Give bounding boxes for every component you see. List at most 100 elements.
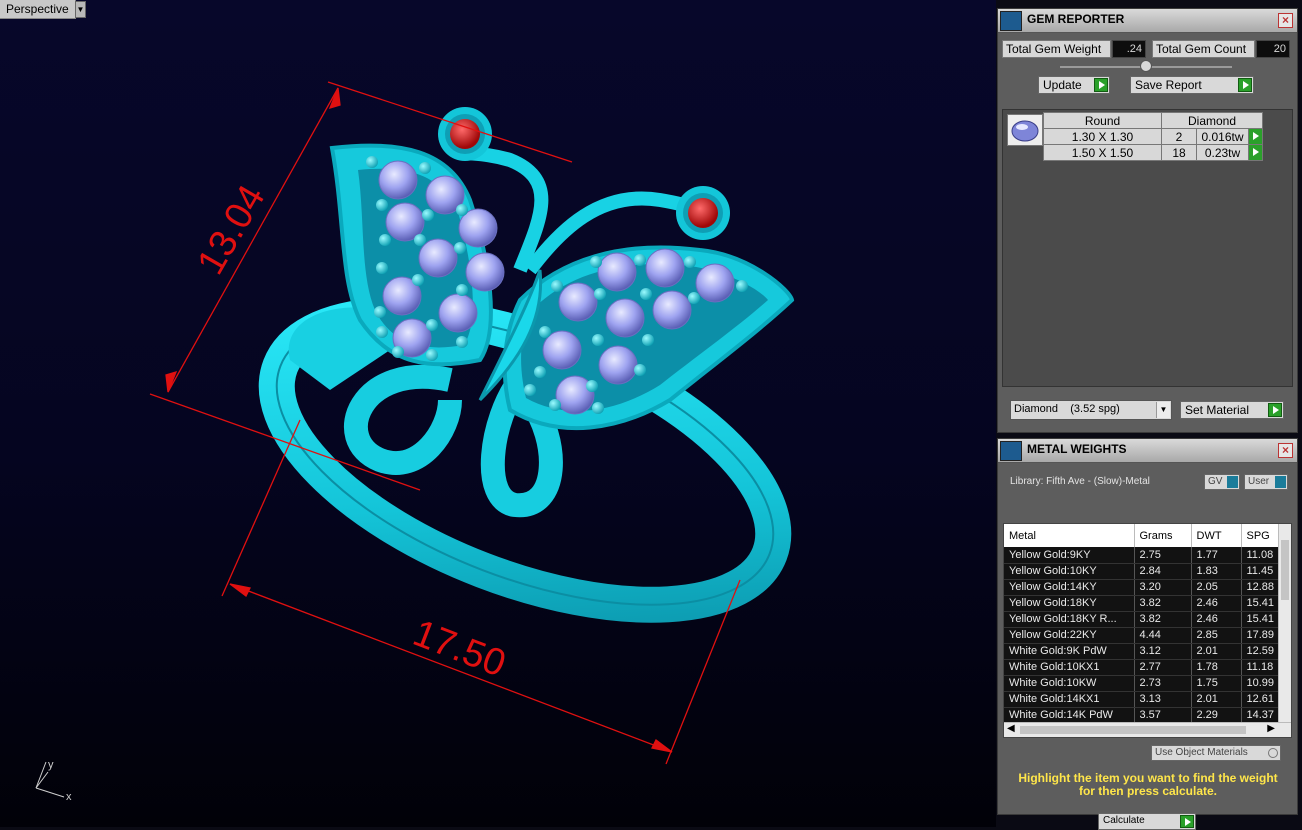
save-report-button[interactable]: Save Report (1130, 76, 1254, 94)
column-header[interactable]: Metal (1004, 524, 1135, 547)
gem-reporter-panel: GEM REPORTER × Total Gem Weight .24 Tota… (997, 8, 1298, 433)
update-button[interactable]: Update (1038, 76, 1110, 94)
spg-value: 14.37 (1241, 707, 1281, 724)
total-gem-weight-label: Total Gem Weight (1002, 40, 1111, 58)
grams-value: 3.82 (1134, 611, 1192, 628)
table-row[interactable]: Yellow Gold:18KY 3.82 2.46 15.41 (1004, 595, 1281, 612)
set-material-button[interactable]: Set Material (1180, 401, 1284, 419)
column-header[interactable]: Grams (1134, 524, 1192, 547)
row-go-icon[interactable] (1248, 144, 1263, 161)
dwt-value: 2.46 (1191, 611, 1242, 628)
table-row[interactable]: Yellow Gold:9KY 2.75 1.77 11.08 (1004, 547, 1281, 564)
spg-value: 17.89 (1241, 627, 1281, 644)
gem-reporter-body: Total Gem Weight .24 Total Gem Count 20 … (998, 33, 1297, 432)
toggle-nub-icon (1227, 476, 1238, 488)
metal-list[interactable]: Metal Grams DWT SPG Yellow Gold:9KY 2.75 1… (1003, 523, 1292, 738)
play-arrow-icon (1268, 403, 1282, 417)
axis-y-label: y (48, 759, 54, 771)
metal-name: Yellow Gold:14KY (1004, 579, 1135, 596)
gem-table: Round Diamond 1.30 X 1.30 2 0.016tw 1.50… (1043, 112, 1263, 161)
dimension-horizontal-label: 17.50 (407, 612, 511, 685)
viewport-menu-chevron-icon[interactable]: ▼ (75, 1, 86, 18)
set-material-label: Set Material (1185, 403, 1250, 417)
table-row[interactable]: Yellow Gold:22KY 4.44 2.85 17.89 (1004, 627, 1281, 644)
spg-value: 12.88 (1241, 579, 1281, 596)
dwt-value: 1.77 (1191, 547, 1242, 564)
grams-value: 3.13 (1134, 691, 1192, 708)
dwt-value: 1.75 (1191, 675, 1242, 692)
table-row[interactable]: White Gold:14KX1 3.13 2.01 12.61 (1004, 691, 1281, 708)
dwt-value: 1.83 (1191, 563, 1242, 580)
metal-name: White Gold:10KX1 (1004, 659, 1135, 676)
dwt-value: 2.01 (1191, 643, 1242, 660)
scroll-thumb[interactable] (1281, 540, 1289, 600)
scroll-thumb[interactable] (1020, 726, 1246, 734)
table-row[interactable]: White Gold:9K PdW 3.12 2.01 12.59 (1004, 643, 1281, 660)
metal-weights-icon (1000, 441, 1022, 461)
update-label: Update (1043, 78, 1082, 92)
vertical-scrollbar[interactable] (1278, 524, 1291, 723)
table-row[interactable]: White Gold:10KW 2.73 1.75 10.99 (1004, 675, 1281, 692)
round-gem-icon (1007, 114, 1043, 146)
table-row[interactable]: White Gold:10KX1 2.77 1.78 11.18 (1004, 659, 1281, 676)
chevron-down-icon: ▼ (1156, 402, 1170, 418)
total-gem-count-value: 20 (1256, 40, 1290, 58)
close-icon[interactable]: × (1278, 13, 1293, 28)
gem-weight: 0.016tw (1196, 128, 1249, 145)
table-row[interactable]: Yellow Gold:10KY 2.84 1.83 11.45 (1004, 563, 1281, 580)
material-select[interactable]: Diamond (3.52 spg) ▼ (1010, 400, 1172, 420)
column-header[interactable]: SPG (1241, 524, 1281, 547)
gv-toggle[interactable]: GV (1204, 474, 1240, 490)
column-header[interactable]: DWT (1191, 524, 1242, 547)
metal-weights-title: METAL WEIGHTS (1027, 442, 1127, 456)
slider-handle-icon[interactable] (1140, 60, 1152, 72)
gem-reporter-icon (1000, 11, 1022, 31)
gv-label: GV (1208, 476, 1223, 487)
dwt-value: 2.05 (1191, 579, 1242, 596)
scroll-right-icon[interactable]: ▶ (1267, 723, 1275, 734)
dwt-value: 1.78 (1191, 659, 1242, 676)
close-icon[interactable]: × (1278, 443, 1293, 458)
ring-model-scene[interactable]: 13.04 17.50 y x (0, 0, 996, 827)
metal-name: White Gold:9K PdW (1004, 643, 1135, 660)
gem-reporter-titlebar[interactable]: GEM REPORTER × (998, 9, 1297, 33)
spg-value: 11.08 (1241, 547, 1281, 564)
spg-value: 11.45 (1241, 563, 1281, 580)
viewport-label[interactable]: Perspective (0, 0, 76, 19)
table-row[interactable]: Yellow Gold:14KY 3.20 2.05 12.88 (1004, 579, 1281, 596)
metal-table: Metal Grams DWT SPG Yellow Gold:9KY 2.75 1… (1004, 524, 1281, 724)
use-object-materials-toggle[interactable]: Use Object Materials (1151, 745, 1281, 761)
horizontal-scrollbar[interactable]: ◀ ▶ (1004, 722, 1291, 737)
play-arrow-icon (1238, 78, 1252, 92)
grams-value: 2.77 (1134, 659, 1192, 676)
type-header: Diamond (1161, 112, 1263, 129)
table-row[interactable]: Yellow Gold:18KY R... 3.82 2.46 15.41 (1004, 611, 1281, 628)
material-select-value: Diamond (3.52 spg) (1014, 403, 1120, 415)
calculate-hint: Highlight the item you want to find the … (1018, 771, 1278, 798)
row-go-icon[interactable] (1248, 128, 1263, 145)
metal-weights-titlebar[interactable]: METAL WEIGHTS × (998, 439, 1297, 463)
grams-value: 2.73 (1134, 675, 1192, 692)
gem-size: 1.30 X 1.30 (1043, 128, 1162, 145)
library-label: Library: Fifth Ave - (Slow)-Metal (1010, 476, 1150, 487)
table-row[interactable]: 1.30 X 1.30 2 0.016tw (1043, 128, 1263, 145)
total-gem-count-label: Total Gem Count (1152, 40, 1255, 58)
play-arrow-icon (1094, 78, 1108, 92)
user-toggle[interactable]: User (1244, 474, 1288, 490)
table-row[interactable]: White Gold:14K PdW 3.57 2.29 14.37 (1004, 707, 1281, 724)
spg-value: 11.18 (1241, 659, 1281, 676)
table-row[interactable]: 1.50 X 1.50 18 0.23tw (1043, 144, 1263, 161)
dwt-value: 2.01 (1191, 691, 1242, 708)
toggle-circle-icon (1268, 748, 1278, 758)
metal-name: White Gold:14KX1 (1004, 691, 1135, 708)
perspective-viewport[interactable]: 13.04 17.50 y x Perspective ▼ (0, 0, 996, 827)
gem-weight: 0.23tw (1196, 144, 1249, 161)
gem-size: 1.50 X 1.50 (1043, 144, 1162, 161)
grams-value: 2.84 (1134, 563, 1192, 580)
metal-weights-body: Library: Fifth Ave - (Slow)-Metal GV Use… (998, 463, 1297, 830)
calculate-button[interactable]: Calculate (1098, 813, 1196, 830)
grams-value: 3.12 (1134, 643, 1192, 660)
metal-name: White Gold:14K PdW (1004, 707, 1135, 724)
calculate-label: Calculate (1103, 815, 1145, 826)
scroll-left-icon[interactable]: ◀ (1007, 723, 1015, 734)
